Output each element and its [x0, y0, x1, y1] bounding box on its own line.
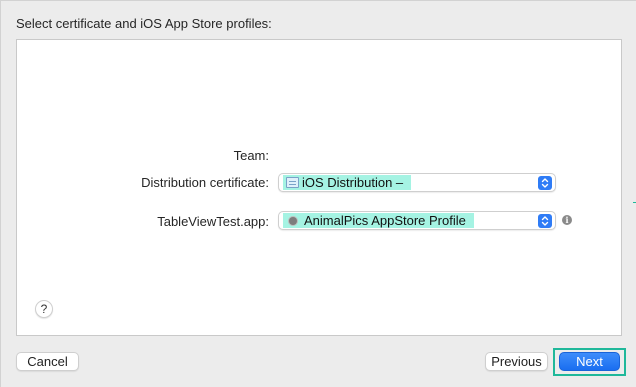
- team-label: Team:: [233, 148, 269, 163]
- app-profile-label: TableViewTest.app:: [157, 214, 269, 229]
- app-profile-selection: AnimalPics AppStore Profile: [283, 213, 474, 228]
- signing-panel: Team: Distribution certificate: iOS Dist…: [16, 39, 622, 336]
- dialog-sheet: Select certificate and iOS App Store pro…: [0, 0, 636, 387]
- app-profile-value: AnimalPics AppStore Profile: [304, 213, 466, 228]
- info-icon[interactable]: i: [562, 215, 572, 225]
- distribution-certificate-value: iOS Distribution –: [302, 175, 404, 190]
- app-profile-popup[interactable]: AnimalPics AppStore Profile: [278, 211, 556, 230]
- cancel-button[interactable]: Cancel: [16, 352, 79, 371]
- distribution-certificate-popup[interactable]: iOS Distribution –: [278, 173, 556, 192]
- chevron-updown-icon: [538, 176, 552, 190]
- distribution-certificate-selection: iOS Distribution –: [283, 175, 412, 190]
- distribution-certificate-label: Distribution certificate:: [141, 175, 269, 190]
- profile-icon: [289, 216, 297, 225]
- dialog-heading: Select certificate and iOS App Store pro…: [16, 16, 272, 31]
- certificate-icon: [286, 177, 299, 188]
- chevron-updown-icon: [538, 214, 552, 228]
- help-button[interactable]: ?: [35, 300, 53, 318]
- previous-button[interactable]: Previous: [485, 352, 548, 371]
- next-button[interactable]: Next: [559, 352, 620, 371]
